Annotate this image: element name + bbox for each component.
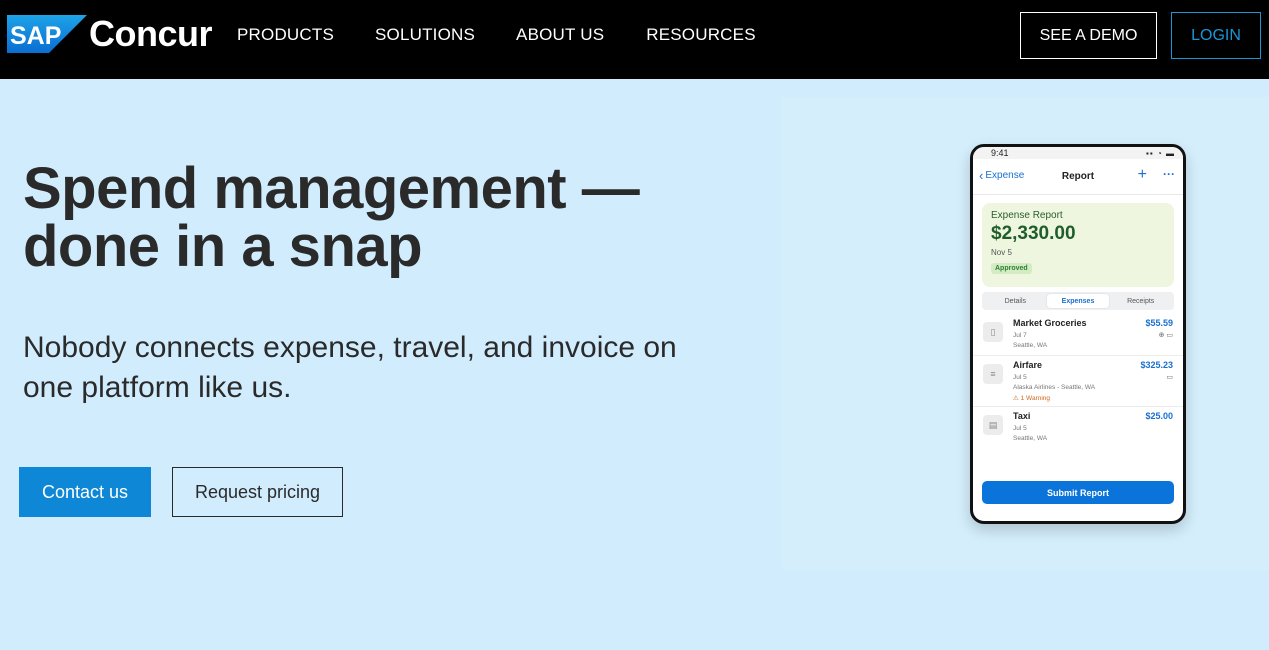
- receipt-thumbnail-icon: ≡: [983, 364, 1003, 384]
- hero-title: Spend management — done in a snap: [23, 156, 640, 279]
- main-menu: PRODUCTS SOLUTIONS ABOUT US RESOURCES: [237, 25, 756, 45]
- item-amount: $55.59: [1145, 318, 1173, 328]
- hero-subtitle: Nobody connects expense, travel, and inv…: [23, 331, 677, 404]
- list-item: ▯ Market Groceries $55.59 ⊕ ▭ Jul 7 Seat…: [973, 314, 1183, 356]
- item-warning: ⚠ 1 Warning: [1013, 394, 1174, 402]
- more-icon: ···: [1163, 167, 1175, 181]
- list-item: ≡ Airfare $325.23 ▭ Jul 5 Alaska Airline…: [973, 356, 1183, 407]
- item-date: Jul 5: [1013, 374, 1027, 381]
- top-nav: SAP Concur PRODUCTS SOLUTIONS ABOUT US R…: [0, 0, 1269, 79]
- summary-amount: $2,330.00: [991, 223, 1076, 244]
- concur-wordmark: Concur: [89, 13, 213, 54]
- login-button[interactable]: LOGIN: [1171, 12, 1261, 59]
- nav-resources[interactable]: RESOURCES: [646, 25, 756, 45]
- contact-us-button[interactable]: Contact us: [19, 467, 151, 517]
- see-a-demo-button[interactable]: SEE A DEMO: [1020, 12, 1157, 59]
- status-time: 9:41: [991, 148, 1009, 158]
- item-details: Jul 5 Alaska Airlines - Seattle, WA: [1013, 373, 1174, 393]
- tab-receipts: Receipts: [1127, 297, 1155, 305]
- card-icon: ⊕ ▭: [1158, 332, 1173, 339]
- nav-products[interactable]: PRODUCTS: [237, 25, 334, 45]
- app-title: Report: [1061, 171, 1095, 182]
- report-summary-card: Expense Report $2,330.00 Nov 5 Approved: [982, 203, 1174, 287]
- item-location: Seattle, WA: [1013, 342, 1048, 349]
- submit-report-button: Submit Report: [982, 481, 1174, 504]
- expense-list: ▯ Market Groceries $55.59 ⊕ ▭ Jul 7 Seat…: [973, 314, 1183, 448]
- warning-text: 1 Warning: [1020, 395, 1051, 402]
- receipt-thumbnail-icon: ▯: [983, 322, 1003, 342]
- request-pricing-button[interactable]: Request pricing: [172, 467, 343, 517]
- tab-details: Details: [1004, 297, 1027, 305]
- item-date: Jul 7: [1013, 332, 1027, 339]
- phone-mockup: 9:41 ▪▪ ◔ ▬ ‹ Expense Report + ··· Expen…: [970, 144, 1186, 524]
- item-details: Jul 5 Seattle, WA: [1013, 424, 1174, 444]
- app-header: ‹ Expense Report + ···: [973, 159, 1183, 195]
- report-tabs: Details Expenses Receipts: [982, 292, 1174, 310]
- tab-expenses: Expenses: [1046, 294, 1110, 308]
- nav-about-us[interactable]: ABOUT US: [516, 25, 604, 45]
- sap-logo-icon: SAP: [7, 15, 87, 53]
- summary-label: Expense Report: [991, 210, 1063, 221]
- item-amount: $25.00: [1145, 411, 1173, 421]
- status-badge: Approved: [991, 263, 1032, 274]
- receipt-thumbnail-icon: ▤: [983, 415, 1003, 435]
- sap-concur-logo[interactable]: SAP Concur: [7, 13, 213, 54]
- item-date: Jul 5: [1013, 425, 1027, 432]
- plus-icon: +: [1137, 166, 1147, 183]
- phone-status-bar: 9:41 ▪▪ ◔ ▬: [973, 147, 1183, 159]
- item-location: Seattle, WA: [1013, 435, 1048, 442]
- list-item: ▤ Taxi $25.00 Jul 5 Seattle, WA: [973, 407, 1183, 448]
- warning-icon: ⚠: [1013, 395, 1019, 402]
- card-icon: ▭: [1166, 374, 1173, 381]
- item-details: Jul 7 Seattle, WA: [1013, 331, 1174, 351]
- nav-solutions[interactable]: SOLUTIONS: [375, 25, 475, 45]
- signal-battery-icon: ▪▪ ◔ ▬: [1146, 148, 1175, 158]
- item-location: Alaska Airlines - Seattle, WA: [1013, 384, 1096, 391]
- item-amount: $325.23: [1140, 360, 1173, 370]
- svg-text:SAP: SAP: [10, 22, 61, 50]
- summary-date: Nov 5: [991, 248, 1012, 257]
